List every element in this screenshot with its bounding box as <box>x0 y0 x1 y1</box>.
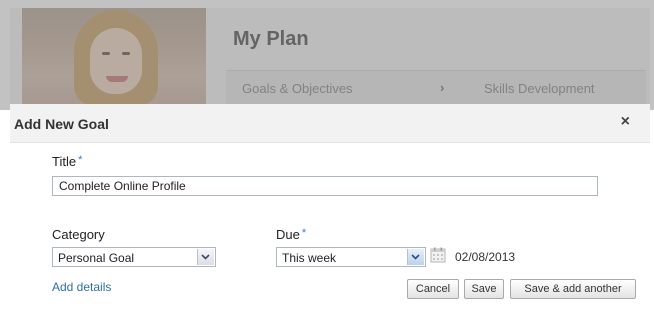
close-icon[interactable]: × <box>621 113 630 131</box>
category-label: Category <box>52 227 105 242</box>
save-button[interactable]: Save <box>464 279 504 299</box>
title-label: Title * <box>52 154 82 169</box>
chevron-down-icon[interactable] <box>197 249 214 265</box>
chevron-down-icon[interactable] <box>407 249 424 265</box>
category-selected-value: Personal Goal <box>58 251 135 265</box>
title-input[interactable] <box>52 176 598 196</box>
due-date-value: 02/08/2013 <box>455 250 516 264</box>
category-select[interactable]: Personal Goal <box>52 247 216 267</box>
required-marker: * <box>301 227 307 239</box>
cancel-button[interactable]: Cancel <box>407 279 459 299</box>
due-select[interactable]: This week <box>276 247 426 267</box>
add-details-link[interactable]: Add details <box>52 280 111 294</box>
title-label-text: Title <box>52 154 77 169</box>
save-add-another-button[interactable]: Save & add another <box>510 279 636 299</box>
due-selected-value: This week <box>282 251 337 265</box>
due-label: Due * <box>276 227 306 242</box>
calendar-icon[interactable] <box>430 247 446 263</box>
required-marker: * <box>78 154 83 166</box>
modal-overlay <box>0 0 654 110</box>
dialog-header: Add New Goal × <box>10 104 650 143</box>
add-goal-dialog: Add New Goal × Title* Category Personal … <box>10 104 650 332</box>
dialog-title: Add New Goal <box>14 116 109 132</box>
due-label-text: Due <box>276 227 300 242</box>
